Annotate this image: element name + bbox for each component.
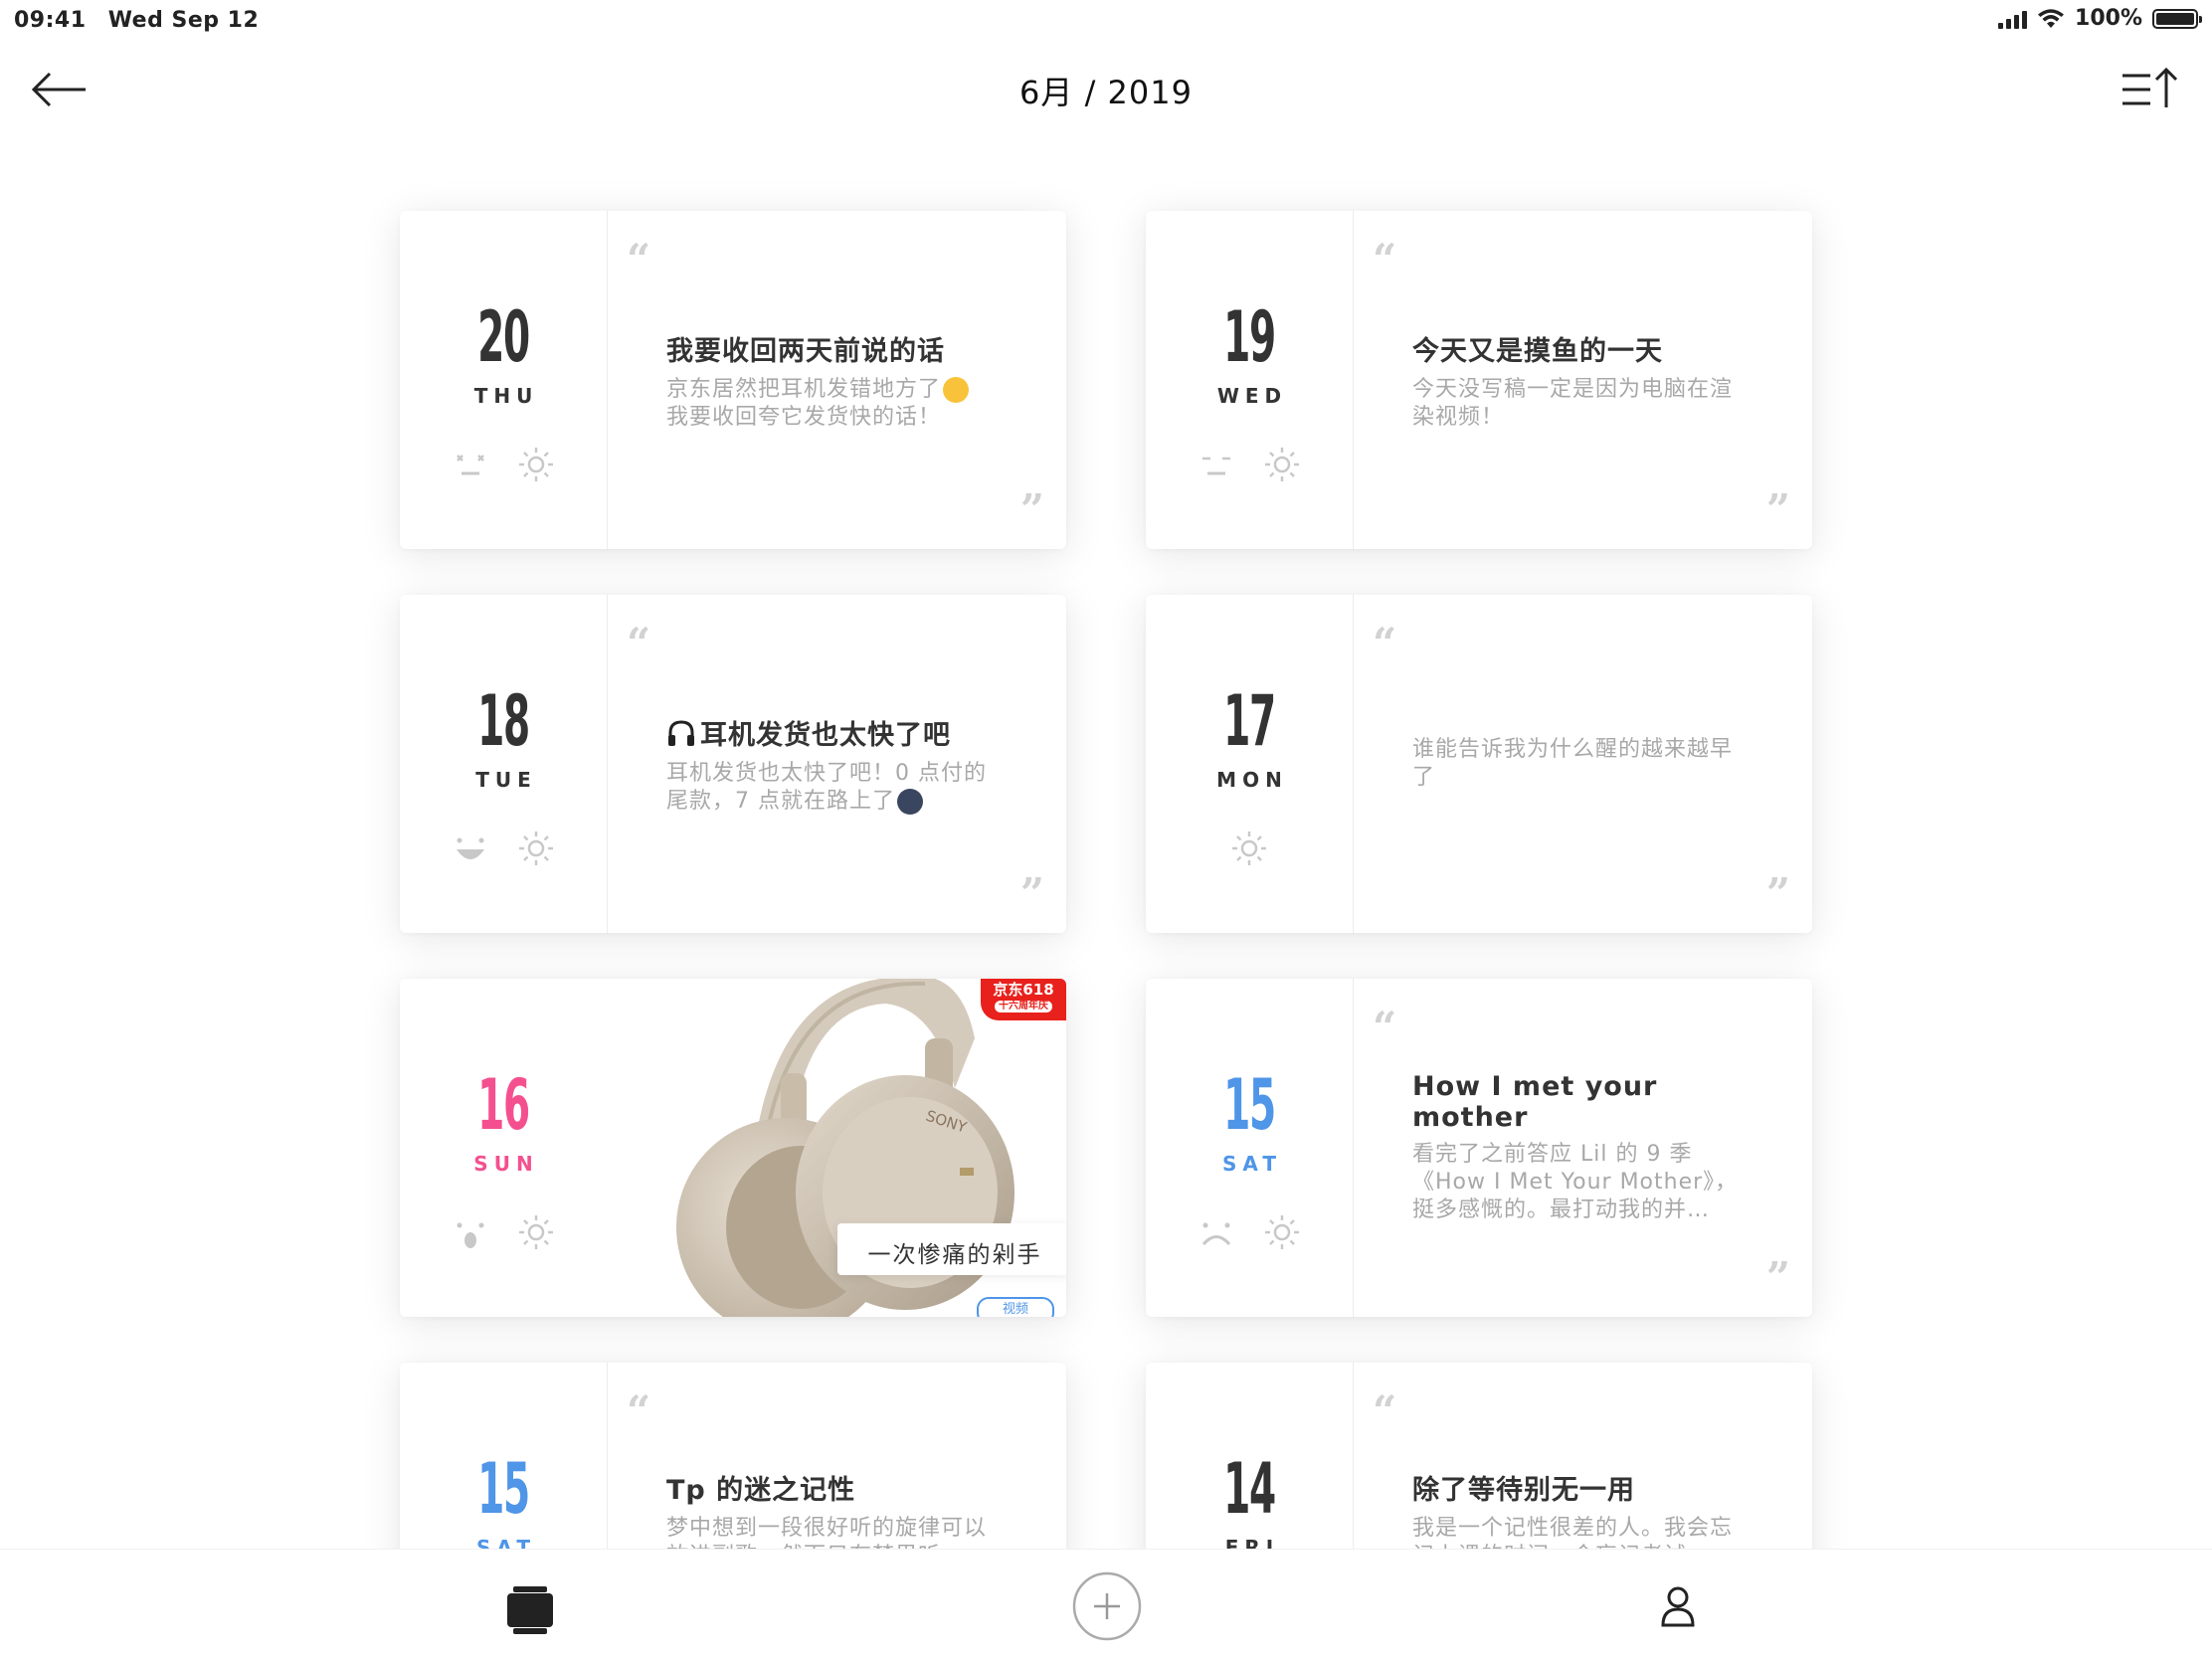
entry-day: 16 — [477, 1064, 530, 1146]
entry-body: 看完了之前答应 Lil 的 9 季《How I Met Your Mother》… — [1412, 1142, 1739, 1222]
sad-face-icon — [1201, 1222, 1231, 1246]
open-quote-icon: “ — [1373, 1386, 1397, 1435]
open-quote-icon: “ — [1373, 235, 1397, 283]
diary-card[interactable]: 14 FRI “ 除了等待别无一用 我是一个记性很差的人。我会忘记上课的时间，会… — [1146, 1363, 1812, 1550]
entry-body: 我是一个记性很差的人。我会忘记上课的时间，会忘记考试 — [1412, 1516, 1734, 1550]
sun-icon — [519, 1215, 553, 1249]
entry-body: 京东居然把耳机发错地方了 我要收回夸它发货快的话！ — [666, 376, 1001, 432]
entry-weekday: SUN — [473, 1152, 539, 1176]
diary-card[interactable]: 19 WED “ 今天又是摸鱼的一天 今天没写稿一定是因为电脑在渲染视频！ ” — [1146, 211, 1812, 549]
diary-card-photo[interactable]: 16 SUN SONY 京东618 十六周年庆 一次惨痛的剁手 视频 — [400, 979, 1066, 1317]
date-column: 19 WED — [1146, 211, 1354, 549]
happy-face-icon — [457, 837, 484, 859]
sun-icon — [519, 448, 553, 481]
close-quote-icon: ” — [1019, 485, 1044, 534]
sun-icon — [1232, 831, 1266, 865]
headphones-icon — [668, 719, 694, 746]
open-quote-icon: “ — [627, 1386, 651, 1435]
entry-day: 17 — [1223, 680, 1276, 762]
blank-face-icon — [457, 455, 484, 475]
entry-title: 我要收回两天前说的话 — [666, 335, 945, 367]
nav-bar: 6月 / 2019 — [0, 44, 2212, 137]
entry-title: 今天又是摸鱼的一天 — [1412, 335, 1663, 367]
cards-icon[interactable] — [495, 1571, 565, 1641]
date-column: 20 THU — [400, 211, 608, 549]
date-column: 18 TUE — [400, 595, 608, 933]
entry-weekday: THU — [473, 384, 539, 408]
diary-card[interactable]: 17 MON “ 谁能告诉我为什么醒的越来越早了 ” — [1146, 595, 1812, 933]
tab-bar — [0, 1549, 2212, 1659]
close-quote-icon: ” — [1765, 1253, 1790, 1302]
entry-weekday: MON — [1216, 768, 1288, 792]
photo-caption: 一次惨痛的剁手 — [867, 1242, 1042, 1268]
sort-icon[interactable] — [2120, 66, 2182, 113]
new-moon-face-icon — [897, 788, 923, 815]
battery-percent: 100% — [2075, 6, 2142, 31]
battery-icon — [2152, 8, 2202, 29]
entry-weekday: SAT — [476, 1536, 536, 1550]
sleepy-face-icon — [1202, 457, 1230, 475]
signal-icon — [1998, 9, 2028, 29]
entry-day: 19 — [1223, 296, 1276, 378]
entry-day: 14 — [1223, 1448, 1276, 1530]
open-quote-icon: “ — [627, 235, 651, 283]
open-quote-icon: “ — [627, 619, 651, 667]
date-column: 14 FRI — [1146, 1363, 1354, 1550]
entry-photo: SONY 京东618 十六周年庆 一次惨痛的剁手 视频 — [607, 979, 1066, 1317]
date-column: 17 MON — [1146, 595, 1354, 933]
diary-card[interactable]: 20 THU “ 我要收回两天前说的话 京东居然把耳机发错地方了 我要收回夸它发货… — [400, 211, 1066, 549]
surprised-face-icon — [457, 1222, 484, 1248]
diary-card[interactable]: 15 SAT “ Tp 的迷之记性 梦中想到一段很好听的旋律可以放进副歌，然而只… — [400, 1363, 1066, 1550]
caption-box: 一次惨痛的剁手 — [837, 1223, 1066, 1275]
entry-body: 今天没写稿一定是因为电脑在渲染视频！ — [1412, 376, 1734, 430]
promo-badge: 京东618 十六周年庆 — [981, 979, 1066, 1020]
date-column: 15 SAT — [1146, 979, 1354, 1317]
entry-weekday: WED — [1216, 384, 1288, 408]
status-time-date: 09:41 Wed Sep 12 — [14, 8, 273, 33]
person-icon[interactable] — [1643, 1571, 1713, 1641]
date-column: 16 SUN — [400, 979, 607, 1317]
page-title: 6月 / 2019 — [1019, 74, 1193, 111]
entry-weekday: FRI — [1224, 1536, 1280, 1550]
entry-day: 15 — [1223, 1064, 1276, 1146]
entry-body: 耳机发货也太快了吧！0 点付的尾款，7 点就在路上了 — [666, 760, 987, 815]
sun-icon — [1265, 1215, 1299, 1249]
upside-down-face-icon — [943, 376, 970, 403]
open-quote-icon: “ — [1373, 619, 1397, 667]
plus-circle-icon[interactable] — [1072, 1571, 1142, 1641]
sun-icon — [519, 831, 553, 865]
date-column: 15 SAT — [400, 1363, 608, 1550]
entry-day: 20 — [477, 296, 530, 378]
diary-list: 20 THU “ 我要收回两天前说的话 京东居然把耳机发错地方了 我要收回夸它发货… — [0, 139, 2212, 1550]
entry-title: 除了等待别无一用 — [1412, 1475, 1635, 1506]
close-quote-icon: ” — [1765, 869, 1790, 918]
diary-card[interactable]: 18 TUE “ 耳机发货也太快了吧 耳机发货也太快了吧！0 点付的尾款，7 点… — [400, 595, 1066, 933]
status-bar: 09:41 Wed Sep 12 100% — [0, 0, 2212, 44]
entry-day: 18 — [477, 680, 530, 762]
wifi-icon — [2038, 8, 2065, 28]
open-quote-icon: “ — [1373, 1003, 1397, 1051]
entry-body: 谁能告诉我为什么醒的越来越早了 — [1412, 737, 1734, 790]
sun-icon — [1265, 448, 1299, 481]
entry-body: 梦中想到一段很好听的旋律可以放进副歌，然而只有梦里听 — [666, 1516, 988, 1550]
entry-weekday: TUE — [475, 768, 537, 792]
diary-card[interactable]: 15 SAT “ How I met your mother 看完了之前答应 L… — [1146, 979, 1812, 1317]
status-indicators: 100% — [1998, 6, 2202, 31]
entry-day: 15 — [477, 1448, 530, 1530]
status-time: 09:41 — [14, 8, 87, 33]
close-quote-icon: ” — [1765, 485, 1790, 534]
close-quote-icon: ” — [1019, 869, 1044, 918]
status-date: Wed Sep 12 — [107, 8, 260, 33]
entry-weekday: SAT — [1222, 1152, 1282, 1176]
video-tag: 视频 — [977, 1297, 1054, 1317]
entry-title: How I met your mother — [1412, 1071, 1658, 1133]
entry-title: Tp 的迷之记性 — [666, 1475, 856, 1506]
entry-title: 耳机发货也太快了吧 — [666, 713, 1001, 752]
